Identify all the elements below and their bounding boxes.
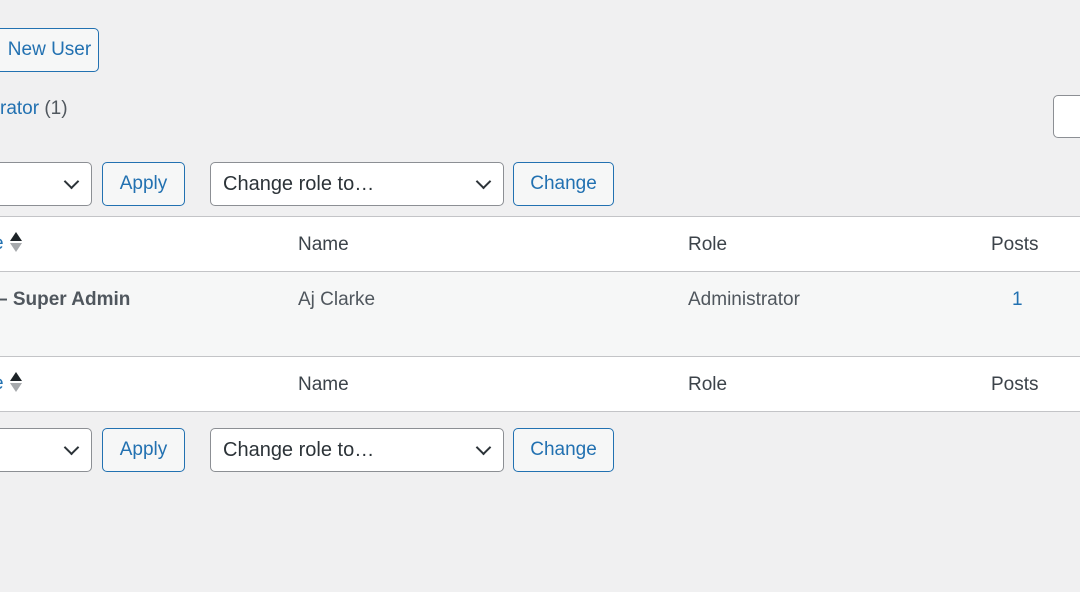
- chevron-down-icon: [63, 439, 80, 456]
- column-username[interactable]: e: [0, 233, 4, 255]
- users-table: e Name Role Posts – Super Admin Aj Clark…: [0, 216, 1080, 412]
- change-role-select-bottom[interactable]: Change role to…: [210, 428, 504, 472]
- bulk-actions-select-bottom[interactable]: [0, 428, 92, 472]
- chevron-down-icon: [475, 439, 492, 456]
- column-name: Name: [298, 374, 349, 395]
- table-footer-row: e Name Role Posts: [0, 357, 1080, 412]
- role-filter-link[interactable]: rator: [0, 98, 39, 119]
- column-role: Role: [688, 234, 728, 255]
- user-role: Administrator: [688, 289, 800, 310]
- column-posts: Posts: [991, 374, 1039, 395]
- user-name: Aj Clarke: [298, 289, 376, 310]
- column-role: Role: [688, 374, 728, 395]
- table-row: – Super Admin Aj Clarke Administrator 1: [0, 272, 1080, 357]
- change-button-bottom[interactable]: Change: [513, 428, 614, 472]
- sort-icon[interactable]: [10, 232, 24, 252]
- search-input[interactable]: [1053, 95, 1080, 138]
- chevron-down-icon: [63, 173, 80, 190]
- change-role-value: Change role to…: [223, 172, 375, 195]
- sort-icon[interactable]: [10, 372, 24, 392]
- apply-button-bottom[interactable]: Apply: [102, 428, 185, 472]
- role-filter-count: (1): [44, 98, 68, 119]
- column-posts: Posts: [991, 234, 1039, 255]
- add-new-user-button[interactable]: New User: [0, 28, 99, 72]
- change-role-select-top[interactable]: Change role to…: [210, 162, 504, 206]
- role-filter: rator (1): [0, 98, 68, 120]
- change-role-value: Change role to…: [223, 438, 375, 461]
- user-posts-link[interactable]: 1: [1012, 289, 1023, 311]
- username-suffix: – Super Admin: [0, 289, 131, 310]
- bulk-actions-select-top[interactable]: [0, 162, 92, 206]
- apply-button-top[interactable]: Apply: [102, 162, 185, 206]
- column-name: Name: [298, 234, 349, 255]
- column-username[interactable]: e: [0, 373, 4, 395]
- chevron-down-icon: [475, 173, 492, 190]
- table-header-row: e Name Role Posts: [0, 217, 1080, 272]
- change-button-top[interactable]: Change: [513, 162, 614, 206]
